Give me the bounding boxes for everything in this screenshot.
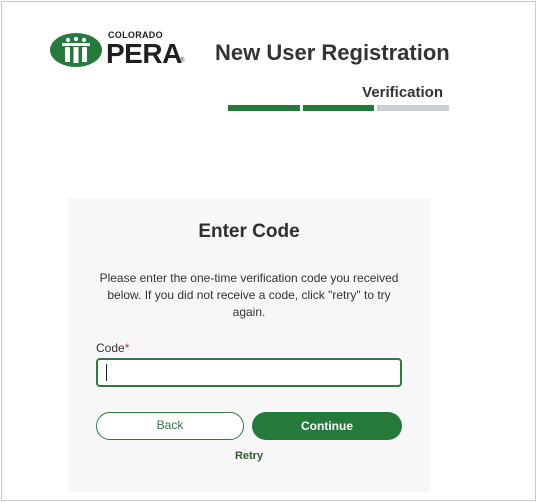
progress-bar xyxy=(228,105,450,111)
card-description: Please enter the one-time verification c… xyxy=(99,271,399,319)
page-title: New User Registration xyxy=(215,40,450,65)
enter-code-card: Enter Code Please enter the one-time ver… xyxy=(68,198,430,492)
logo-registered-mark: ® xyxy=(180,58,185,64)
page-frame: COLORADO PERA ® New User Registration Ve… xyxy=(1,1,536,501)
logo-main-text: PERA xyxy=(106,38,182,69)
required-marker: * xyxy=(124,341,130,355)
retry-link[interactable]: Retry xyxy=(68,450,430,462)
text-caret xyxy=(106,364,107,381)
progress-segment xyxy=(302,105,375,111)
back-button[interactable]: Back xyxy=(96,412,244,440)
card-title: Enter Code xyxy=(198,221,300,242)
step-label: Verification xyxy=(362,84,443,101)
progress-segment xyxy=(377,105,450,111)
code-label-text: Code xyxy=(96,341,125,355)
code-input[interactable] xyxy=(96,358,402,387)
colorado-pera-logo: COLORADO PERA ® xyxy=(49,29,189,71)
code-field-label: Code* xyxy=(96,341,129,355)
continue-button[interactable]: Continue xyxy=(252,412,402,440)
pera-columns-icon xyxy=(50,33,102,67)
progress-segment xyxy=(228,105,300,111)
